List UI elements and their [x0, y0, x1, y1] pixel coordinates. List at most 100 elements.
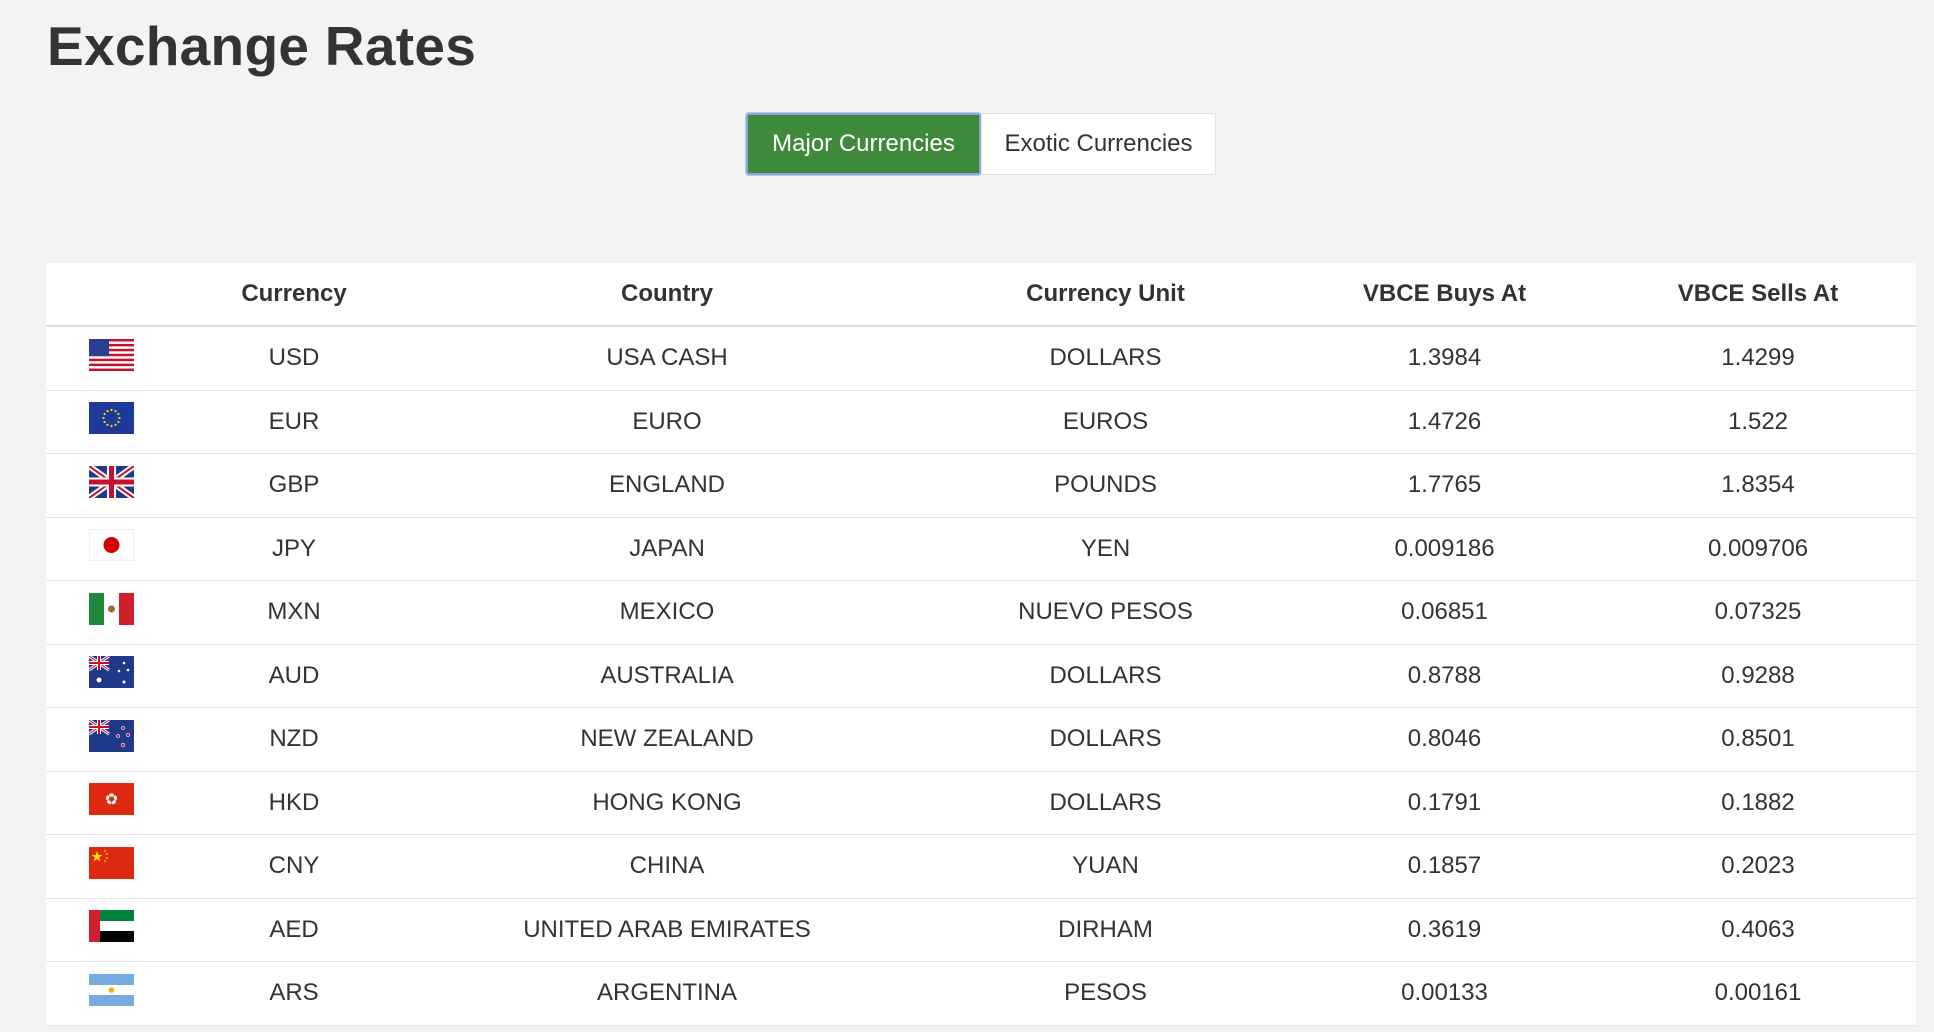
flag-uk-icon	[86, 463, 136, 505]
currency-unit-cell: YEN	[922, 517, 1289, 581]
currency-unit-cell: NUEVO PESOS	[922, 580, 1289, 645]
flag-argentina-icon	[88, 973, 134, 1013]
country-cell: UNITED ARAB EMIRATES	[412, 898, 922, 962]
currency-unit-cell: YUAN	[922, 834, 1289, 899]
exchange-rates-table: Currency Country Currency Unit VBCE Buys…	[46, 263, 1916, 1026]
currency-code-cell: HKD	[176, 771, 412, 835]
buy-rate-cell: 1.4726	[1289, 390, 1600, 454]
currency-code-cell: JPY	[176, 517, 412, 581]
currency-code-cell: CNY	[176, 834, 412, 899]
country-cell: HONG KONG	[412, 771, 922, 835]
header-currency-unit: Currency Unit	[922, 263, 1289, 327]
country-cell: AUSTRALIA	[412, 644, 922, 708]
buy-rate-cell: 0.009186	[1289, 517, 1600, 581]
sell-rate-cell: 0.9288	[1600, 644, 1916, 708]
currency-code-cell: ARS	[176, 961, 412, 1026]
table-row: CNY CHINA YUAN 0.1857 0.2023	[46, 834, 1916, 899]
exchange-rates-table-container: Currency Country Currency Unit VBCE Buys…	[46, 263, 1916, 1026]
currency-unit-cell: DIRHAM	[922, 898, 1289, 962]
sell-rate-cell: 1.8354	[1600, 453, 1916, 518]
flag-new-zealand-icon	[87, 718, 134, 759]
currency-unit-cell: EUROS	[922, 390, 1289, 454]
currency-code-cell: USD	[176, 326, 412, 391]
table-header-row: Currency Country Currency Unit VBCE Buys…	[46, 263, 1916, 327]
buy-rate-cell: 0.8788	[1289, 644, 1600, 708]
country-cell: MEXICO	[412, 580, 922, 645]
currency-tabs: Major Currencies Exotic Currencies	[746, 113, 1216, 175]
flag-japan-icon	[88, 528, 134, 568]
currency-unit-cell: DOLLARS	[922, 707, 1289, 772]
buy-rate-cell: 0.00133	[1289, 961, 1600, 1026]
buy-rate-cell: 0.1791	[1289, 771, 1600, 835]
currency-unit-cell: POUNDS	[922, 453, 1289, 518]
currency-code-cell: AUD	[176, 644, 412, 708]
country-cell: NEW ZEALAND	[412, 707, 922, 772]
flag-cell	[46, 644, 176, 708]
country-cell: USA CASH	[412, 326, 922, 391]
table-row: USD USA CASH DOLLARS 1.3984 1.4299	[46, 326, 1916, 391]
buy-rate-cell: 0.3619	[1289, 898, 1600, 962]
flag-cell	[46, 707, 176, 772]
header-sells-at: VBCE Sells At	[1600, 263, 1916, 327]
currency-unit-cell: DOLLARS	[922, 771, 1289, 835]
sell-rate-cell: 0.8501	[1600, 707, 1916, 772]
exchange-rates-page: Exchange Rates Major Currencies Exotic C…	[0, 0, 1934, 1032]
flag-cell	[46, 453, 176, 518]
table-row: JPY JAPAN YEN 0.009186 0.009706	[46, 517, 1916, 581]
flag-cell	[46, 834, 176, 899]
currency-code-cell: NZD	[176, 707, 412, 772]
country-cell: ENGLAND	[412, 453, 922, 518]
sell-rate-cell: 0.2023	[1600, 834, 1916, 899]
sell-rate-cell: 1.4299	[1600, 326, 1916, 391]
tab-exotic-currencies[interactable]: Exotic Currencies	[981, 113, 1216, 175]
currency-unit-cell: DOLLARS	[922, 644, 1289, 708]
buy-rate-cell: 0.1857	[1289, 834, 1600, 899]
currency-code-cell: MXN	[176, 580, 412, 645]
table-row: EUR EURO EUROS 1.4726 1.522	[46, 390, 1916, 454]
table-row: AED UNITED ARAB EMIRATES DIRHAM 0.3619 0.406…	[46, 898, 1916, 962]
table-row: AUD AUSTRALIA DOLLARS 0.8788 0.9288	[46, 644, 1916, 708]
page-title: Exchange Rates	[47, 15, 477, 77]
flag-australia-icon	[87, 655, 134, 695]
header-currency: Currency	[176, 263, 412, 327]
flag-mexico-icon	[88, 592, 134, 632]
currency-code-cell: EUR	[176, 390, 412, 454]
sell-rate-cell: 0.009706	[1600, 517, 1916, 581]
currency-code-cell: GBP	[176, 453, 412, 518]
flag-eu-icon	[88, 402, 134, 441]
header-buys-at: VBCE Buys At	[1289, 263, 1600, 327]
table-row: HKD HONG KONG DOLLARS 0.1791 0.1882	[46, 771, 1916, 835]
table-row: MXN MEXICO NUEVO PESOS 0.06851 0.07325	[46, 580, 1916, 645]
currency-unit-cell: PESOS	[922, 961, 1289, 1026]
flag-cell	[46, 517, 176, 581]
flag-cell	[46, 771, 176, 835]
buy-rate-cell: 0.8046	[1289, 707, 1600, 772]
flag-cell	[46, 390, 176, 454]
flag-cell	[46, 898, 176, 962]
header-country: Country	[412, 263, 922, 327]
currency-code-cell: AED	[176, 898, 412, 962]
flag-cell	[46, 326, 176, 391]
sell-rate-cell: 0.00161	[1600, 961, 1916, 1026]
table-row: ARS ARGENTINA PESOS 0.00133 0.00161	[46, 961, 1916, 1026]
buy-rate-cell: 1.3984	[1289, 326, 1600, 391]
table-row: NZD NEW ZEALAND DOLLARS 0.8046 0.8501	[46, 707, 1916, 772]
country-cell: ARGENTINA	[412, 961, 922, 1026]
flag-hong-kong-icon	[88, 783, 134, 822]
flag-uae-icon	[88, 910, 134, 949]
sell-rate-cell: 0.1882	[1600, 771, 1916, 835]
header-flag	[46, 263, 176, 327]
country-cell: JAPAN	[412, 517, 922, 581]
buy-rate-cell: 1.7765	[1289, 453, 1600, 518]
country-cell: CHINA	[412, 834, 922, 899]
buy-rate-cell: 0.06851	[1289, 580, 1600, 645]
sell-rate-cell: 0.4063	[1600, 898, 1916, 962]
table-row: GBP ENGLAND POUNDS 1.7765 1.8354	[46, 453, 1916, 518]
flag-usa-icon	[88, 338, 134, 378]
country-cell: EURO	[412, 390, 922, 454]
flag-cell	[46, 580, 176, 645]
tab-major-currencies[interactable]: Major Currencies	[746, 113, 981, 175]
sell-rate-cell: 0.07325	[1600, 580, 1916, 645]
currency-unit-cell: DOLLARS	[922, 326, 1289, 391]
flag-cell	[46, 961, 176, 1026]
